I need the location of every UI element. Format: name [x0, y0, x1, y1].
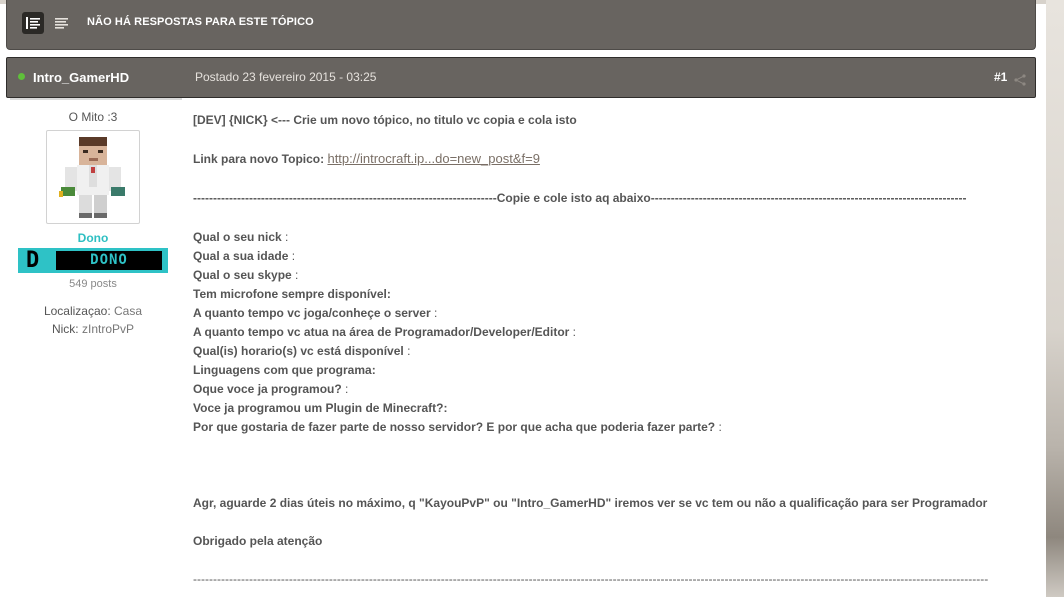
- nick-label: Nick:: [51, 322, 79, 336]
- member-title: O Mito :3: [68, 110, 118, 124]
- rank-badge-label: DONO: [90, 252, 128, 268]
- online-status-icon: [18, 73, 25, 80]
- post-author-link[interactable]: Intro_GamerHD: [33, 70, 129, 85]
- topic-header-bar: NÃO HÁ RESPOSTAS PARA ESTE TÓPICO: [6, 0, 1036, 50]
- share-icon[interactable]: [1014, 71, 1026, 90]
- author-column-divider: [10, 98, 182, 100]
- post-line-link: Link para novo Topico: http://introcraft…: [193, 151, 540, 166]
- avatar[interactable]: [46, 130, 140, 224]
- separator-end: ----------------------------------------…: [193, 572, 989, 586]
- question-line: A quanto tempo vc joga/conheçe o server …: [193, 306, 438, 320]
- question-line: Oque voce ja programou? :: [193, 382, 349, 396]
- question-line: Tem microfone sempre disponível:: [193, 287, 391, 301]
- question-line: Qual o seu nick :: [193, 230, 289, 244]
- separator-copy: ----------------------------------------…: [193, 191, 967, 205]
- new-topic-link[interactable]: http://introcraft.ip...do=new_post&f=9: [327, 151, 539, 166]
- link-label: Link para novo Topico:: [193, 152, 325, 166]
- question-line: Qual a sua idade :: [193, 249, 296, 263]
- question-line: Qual o seu skype :: [193, 268, 299, 282]
- member-group: Dono: [77, 231, 109, 245]
- nick-value: zIntroPvP: [81, 322, 135, 336]
- post-header-bar: Intro_GamerHD Postado 23 fevereiro 2015 …: [6, 57, 1036, 98]
- post-count: 549 posts: [69, 278, 117, 290]
- thanks-line: Obrigado pela atenção: [193, 534, 323, 548]
- list-view-icon: [55, 18, 68, 29]
- question-line: Linguagens com que programa:: [193, 363, 376, 377]
- location-field: Localizaçao: Casa: [10, 304, 176, 318]
- post-date: Postado 23 fevereiro 2015 - 03:25: [195, 70, 377, 84]
- question-line: A quanto tempo vc atua na área de Progra…: [193, 325, 576, 339]
- rank-badge-label-box: DONO: [56, 251, 162, 270]
- nick-field: Nick: zIntroPvP: [10, 322, 176, 336]
- post-number-link[interactable]: #1: [994, 70, 1007, 84]
- closing-line: Agr, aguarde 2 dias úteis no máximo, q "…: [193, 496, 988, 510]
- topic-status-title: NÃO HÁ RESPOSTAS PARA ESTE TÓPICO: [87, 16, 314, 28]
- post-line-dev: [DEV] {NICK} <--- Crie um novo tópico, n…: [193, 113, 577, 127]
- rank-badge: D DONO: [18, 248, 168, 273]
- question-line: Qual(is) horario(s) vc está disponível :: [193, 344, 411, 358]
- question-line: Voce ja programou um Plugin de Minecraft…: [193, 401, 448, 415]
- location-label: Localizaçao:: [43, 304, 111, 318]
- location-value: Casa: [114, 304, 143, 318]
- threaded-view-icon: [26, 17, 40, 29]
- list-view-button[interactable]: [51, 12, 73, 34]
- rank-badge-letter: D: [26, 248, 40, 273]
- page-background-edge: [1046, 0, 1064, 597]
- question-line: Por que gostaria de fazer parte de nosso…: [193, 420, 722, 434]
- minecraft-skin-avatar-icon: [59, 137, 125, 218]
- threaded-view-button[interactable]: [22, 12, 44, 34]
